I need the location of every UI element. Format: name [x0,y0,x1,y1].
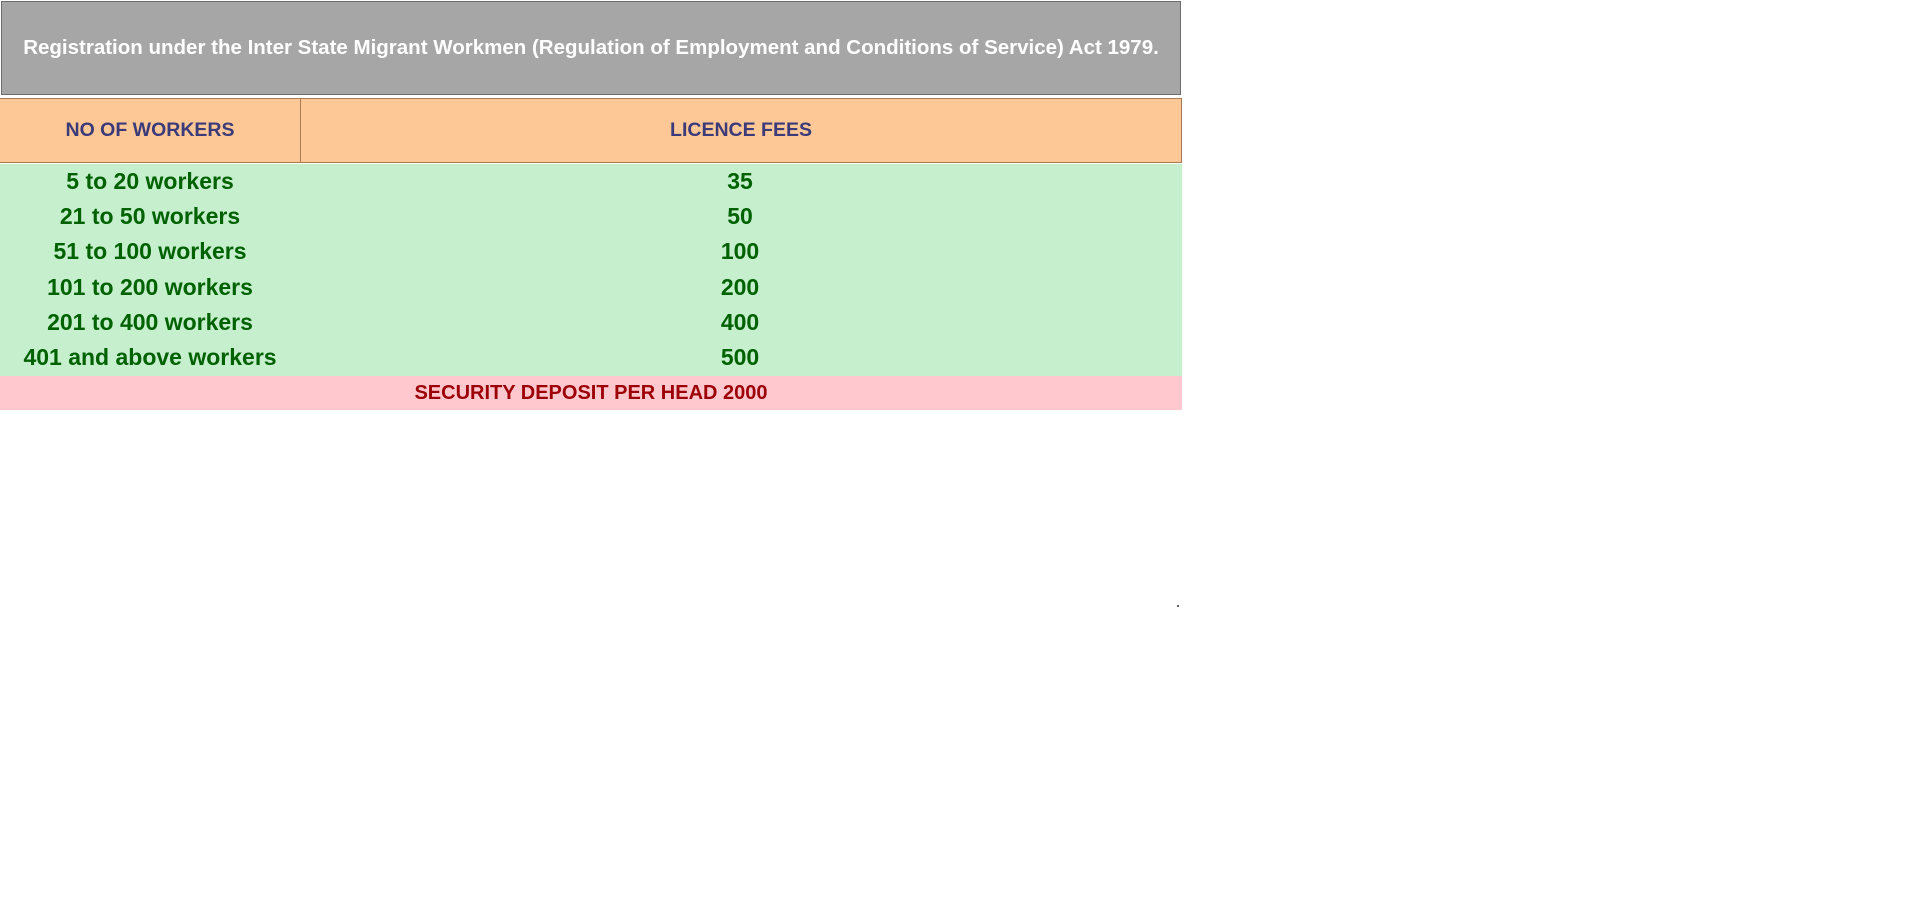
table-row: 101 to 200 workers 200 [0,270,1182,305]
table-row: 201 to 400 workers 400 [0,305,1182,340]
stray-mark [1177,605,1179,607]
column-header-workers[interactable]: NO OF WORKERS [0,99,301,162]
workers-cell[interactable]: 5 to 20 workers [0,164,300,199]
table-row: 51 to 100 workers 100 [0,234,1182,269]
fee-cell[interactable]: 500 [640,340,840,375]
data-rows: 5 to 20 workers 35 21 to 50 workers 50 5… [0,164,1182,376]
workers-cell[interactable]: 201 to 400 workers [0,305,300,340]
fee-cell[interactable]: 200 [640,270,840,305]
workers-cell[interactable]: 51 to 100 workers [0,234,300,269]
table-row: 21 to 50 workers 50 [0,199,1182,234]
workers-cell[interactable]: 21 to 50 workers [0,199,300,234]
security-deposit-row[interactable]: SECURITY DEPOSIT PER HEAD 2000 [0,376,1182,410]
column-header-fees-label: LICENCE FEES [670,119,812,141]
workers-cell[interactable]: 401 and above workers [0,340,300,375]
column-header-fees[interactable]: LICENCE FEES [301,99,1182,162]
fee-cell[interactable]: 100 [640,234,840,269]
table-title: Registration under the Inter State Migra… [23,36,1159,59]
table-row: 401 and above workers 500 [0,340,1182,375]
security-deposit-label: SECURITY DEPOSIT PER HEAD 2000 [414,381,768,404]
fee-cell[interactable]: 400 [640,305,840,340]
column-header-workers-label: NO OF WORKERS [65,119,235,141]
fee-cell[interactable]: 50 [640,199,840,234]
table-row: 5 to 20 workers 35 [0,164,1182,199]
workers-cell[interactable]: 101 to 200 workers [0,270,300,305]
header-row: NO OF WORKERS LICENCE FEES [0,98,1182,163]
fee-cell[interactable]: 35 [640,164,840,199]
title-cell[interactable]: Registration under the Inter State Migra… [1,1,1181,95]
